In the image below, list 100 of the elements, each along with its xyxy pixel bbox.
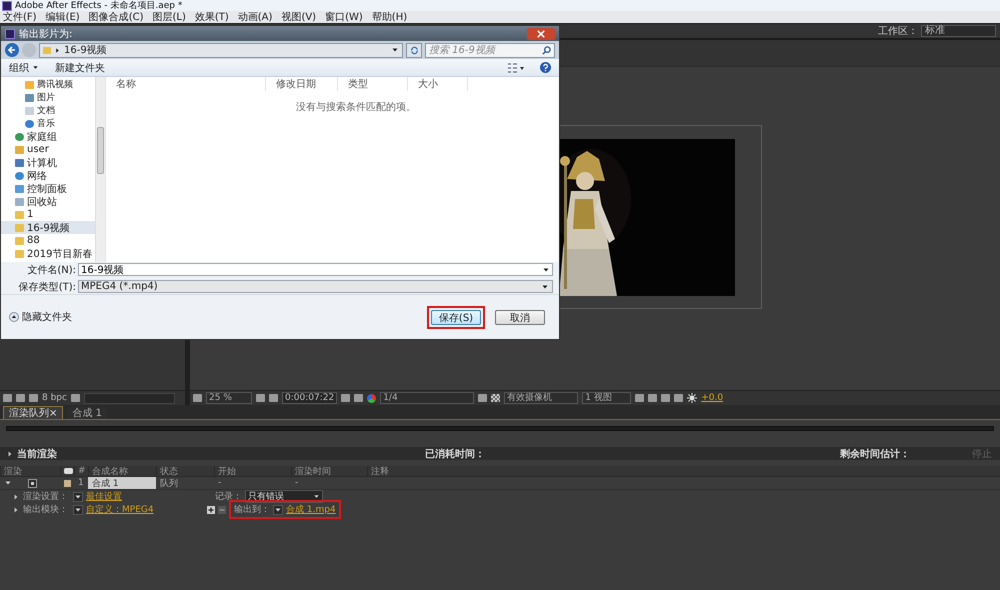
menu-item[interactable]: 视图(V) — [281, 10, 316, 24]
nav-item[interactable]: 腾讯视频 — [1, 78, 95, 91]
nav-item[interactable]: 回收站 — [1, 195, 95, 208]
organize-menu[interactable]: 组织 — [9, 60, 39, 74]
new-folder-button[interactable]: 新建文件夹 — [55, 60, 105, 74]
collapse-icon[interactable] — [9, 312, 19, 322]
file-name-label: 文件名(N): — [26, 264, 76, 276]
dropdown-button[interactable] — [273, 504, 283, 514]
exposure-value[interactable]: +0.0 — [701, 393, 724, 403]
window-title: Adobe After Effects - 未命名项目.aep * — [15, 0, 182, 12]
channels-icon[interactable] — [367, 394, 376, 402]
dialog-button[interactable]: 保存(S) — [431, 310, 481, 324]
panel-tab[interactable]: 渲染队列× — [3, 406, 64, 419]
nav-item[interactable]: 1 — [1, 208, 95, 221]
table-cell-text: 1 — [77, 477, 85, 489]
search-field[interactable]: 搜索 16-9视频 — [426, 44, 542, 56]
timecode-field[interactable]: 0:00:07:22 — [282, 392, 338, 404]
current-render-label: 当前渲染 — [17, 447, 57, 460]
caret-icon — [32, 64, 39, 71]
camera-dropdown[interactable]: 有效摄像机 — [504, 392, 578, 404]
table-cell-text: 队列 — [159, 478, 179, 489]
menu-item[interactable]: 动画(A) — [238, 10, 272, 24]
table-cell: 合成 1 — [88, 477, 156, 489]
elapsed-time-label: 已消耗时间： — [425, 448, 486, 460]
refresh-button[interactable] — [406, 42, 422, 58]
app-icon — [5, 28, 15, 38]
bit-depth[interactable]: 8 bpc — [42, 393, 67, 403]
output-module-label: 输出模块： — [23, 504, 69, 516]
output-to-label: 输出到： — [234, 504, 270, 516]
back-button[interactable] — [5, 43, 19, 57]
file-type-dropdown[interactable]: MPEG4 (*.mp4) — [78, 280, 553, 293]
column-header[interactable]: 渲染时间 — [291, 466, 367, 476]
column-header[interactable]: # — [74, 466, 88, 476]
column-header[interactable]: 渲染 — [0, 466, 60, 476]
empty-message: 没有与搜索条件匹配的项。 — [296, 100, 417, 114]
label-swatch[interactable] — [64, 480, 71, 486]
tag-icon — [64, 468, 73, 474]
search-box[interactable]: 搜索 16-9视频 — [425, 42, 555, 58]
search-icon[interactable] — [542, 46, 551, 54]
help-icon[interactable] — [540, 62, 551, 73]
nav-item[interactable]: 88 — [1, 234, 95, 247]
nav-item[interactable]: user — [1, 143, 95, 156]
workspace-dropdown[interactable]: 标准 — [921, 25, 996, 37]
close-icon — [537, 30, 545, 38]
column-header[interactable]: 注释 — [367, 466, 437, 476]
dropdown-button[interactable] — [542, 266, 550, 274]
menu-item[interactable]: 编辑(E) — [46, 10, 80, 24]
menu-item[interactable]: 文件(F) — [3, 10, 37, 24]
view-options-icon[interactable] — [508, 62, 524, 72]
dialog-button[interactable]: 取消 — [495, 310, 545, 324]
nav-item[interactable]: 图片 — [1, 91, 95, 104]
output-file-link[interactable]: 合成 1.mp4 — [286, 503, 336, 516]
address-bar[interactable]: 16-9视频 — [39, 42, 403, 58]
dropdown-button[interactable] — [391, 46, 399, 54]
menu-item[interactable]: 帮助(H) — [372, 10, 408, 24]
render-settings-link[interactable]: 最佳设置 — [86, 490, 204, 503]
dropdown-button[interactable] — [73, 504, 83, 514]
table-cell-text: - — [294, 477, 300, 489]
nav-item[interactable]: 家庭组 — [1, 130, 95, 143]
dropdown-button[interactable] — [73, 492, 83, 502]
transparency-grid-icon[interactable] — [491, 394, 500, 402]
output-module-link[interactable]: 自定义：MPEG4 — [86, 503, 204, 516]
expand-arrow[interactable] — [6, 450, 14, 458]
nav-item[interactable]: 网络 — [1, 169, 95, 182]
app-icon — [2, 0, 12, 10]
add-button[interactable] — [207, 506, 215, 514]
column-header[interactable]: 类型 — [338, 77, 408, 91]
render-checkbox[interactable] — [28, 478, 37, 488]
dialog-title: 输出影片为: — [19, 28, 72, 40]
workspace-label: 工作区： — [878, 25, 918, 38]
column-header[interactable]: 名称 — [106, 77, 266, 91]
menu-item[interactable]: 窗口(W) — [325, 10, 363, 24]
nav-item[interactable]: 计算机 — [1, 156, 95, 169]
chevron-icon[interactable] — [54, 46, 61, 54]
menu-item[interactable]: 效果(T) — [194, 10, 229, 24]
nav-item[interactable]: 2019节目新春 — [1, 247, 95, 260]
scrollbar[interactable] — [84, 392, 175, 404]
column-header[interactable]: 合成名称 — [88, 466, 156, 476]
breadcrumb[interactable]: 16-9视频 — [64, 43, 107, 57]
menu-item[interactable]: 图像合成(C) — [88, 10, 144, 24]
resolution-dropdown[interactable]: 1/4 — [380, 392, 474, 404]
view-layout-dropdown[interactable]: 1 视图 — [582, 392, 632, 404]
exposure-icon[interactable] — [687, 393, 698, 403]
column-header[interactable]: 开始 — [214, 466, 291, 476]
nav-item[interactable]: 文档 — [1, 104, 95, 117]
column-header[interactable]: 修改日期 — [266, 77, 338, 91]
column-header[interactable]: 状态 — [156, 466, 214, 476]
hide-folders-toggle[interactable]: 隐藏文件夹 — [22, 310, 72, 324]
menu-item[interactable]: 图层(L) — [152, 10, 186, 24]
caret-icon — [313, 493, 320, 500]
nav-item[interactable]: 音乐 — [1, 117, 95, 130]
nav-item[interactable]: 16-9视频 — [1, 221, 95, 234]
caret-icon — [541, 282, 549, 290]
column-header[interactable]: 大小 — [408, 77, 468, 91]
zoom-dropdown[interactable]: 25 % — [206, 392, 252, 404]
file-name-field[interactable]: 16-9视频 — [78, 263, 553, 276]
file-type-label: 保存类型(T): — [18, 280, 76, 294]
close-button[interactable] — [527, 28, 555, 40]
remove-button[interactable] — [218, 506, 226, 514]
nav-item[interactable]: 控制面板 — [1, 182, 95, 195]
